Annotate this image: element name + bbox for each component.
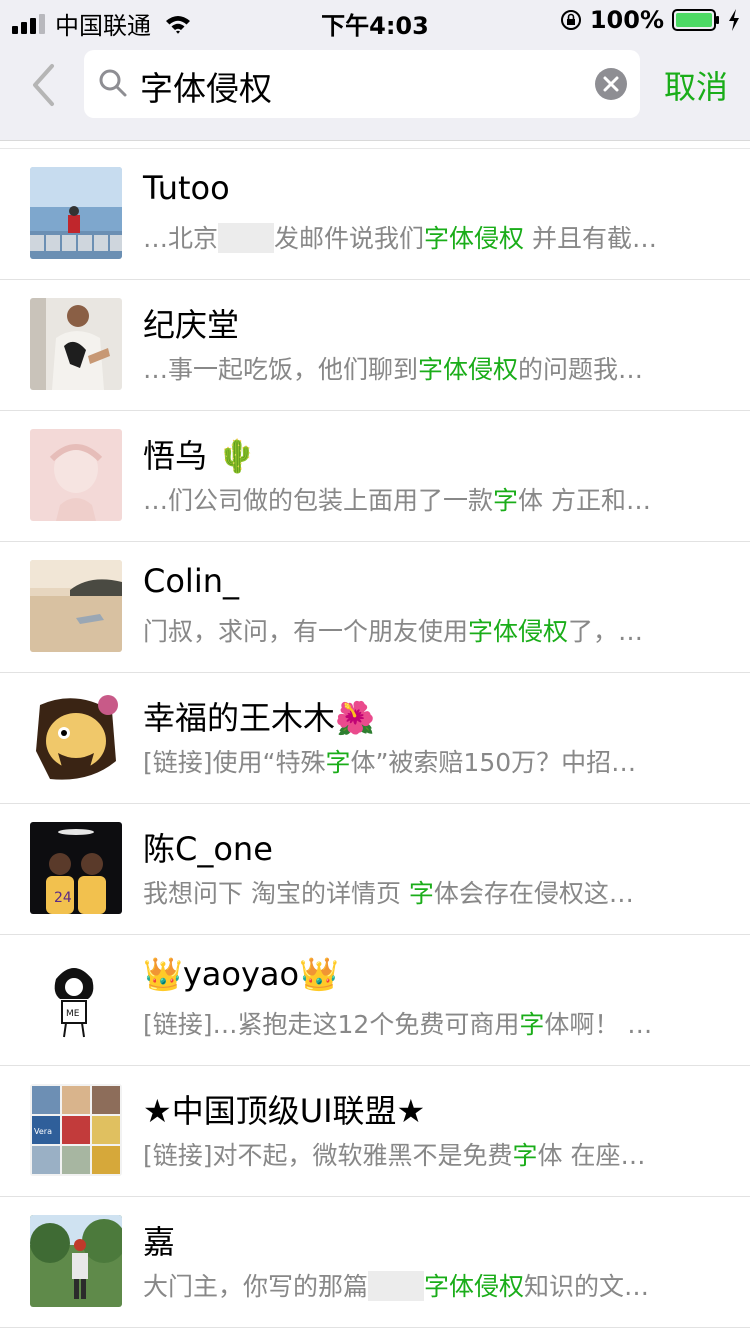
avatar [30, 167, 122, 259]
contact-name: 👑yaoyao👑 [143, 955, 339, 993]
search-icon [99, 69, 127, 97]
avatar [30, 560, 122, 652]
message-snippet: 门叔，求问，有一个朋友使用字体侵权了，… [143, 617, 644, 646]
message-snippet: [链接]…紧抱走这12个免费可商用字体啊！ … [143, 1010, 653, 1039]
back-chevron-icon[interactable] [28, 62, 58, 108]
avatar [30, 298, 122, 390]
status-right: 100% [560, 6, 740, 34]
contact-name: 陈C_one [143, 830, 273, 868]
redaction-mask [368, 1271, 425, 1301]
contact-row-ui-alliance[interactable]: Vera ★中国顶级UI联盟★ [链接]对不起，微软雅黑不是免费字体 在座… [0, 1066, 750, 1197]
avatar: 24 [30, 822, 122, 914]
message-snippet: [链接]使用“特殊字体”被索赔150万？中招… [143, 748, 637, 777]
search-results-list: Tutoo …北京 发邮件说我们字体侵权 并且有截… 纪庆堂 …事一起吃饭，他们聊… [0, 148, 750, 1328]
search-query: 字体侵权 [140, 69, 272, 108]
battery-icon [672, 9, 719, 31]
cancel-button[interactable]: 取消 [664, 62, 728, 108]
contact-name: 幸福的王木木🌺 [143, 699, 375, 737]
contact-row-yaoyao[interactable]: ME 👑yaoyao👑 [链接]…紧抱走这12个免费可商用字体啊！ … [0, 935, 750, 1066]
battery-percent: 100% [589, 6, 664, 34]
message-snippet: …们公司做的包装上面用了一款字体 方正和… [143, 486, 651, 515]
redaction-mask [218, 223, 275, 253]
contact-row-wuwu[interactable]: 悟乌 🌵 …们公司做的包装上面用了一款字体 方正和… [0, 411, 750, 542]
clear-icon[interactable] [594, 67, 628, 101]
avatar [30, 429, 122, 521]
rotation-lock-icon [560, 10, 581, 30]
contact-name: ★中国顶级UI联盟★ [143, 1092, 426, 1130]
contact-name: Tutoo [143, 169, 230, 207]
contact-name: 嘉 [143, 1223, 176, 1261]
contact-name: 悟乌 🌵 [143, 437, 258, 475]
contact-name: Colin_ [143, 562, 239, 600]
avatar: Vera [30, 1084, 122, 1176]
contact-row-jiqingtang[interactable]: 纪庆堂 …事一起吃饭，他们聊到字体侵权的问题我… [0, 280, 750, 411]
avatar-vera-text: Vera [34, 1127, 52, 1136]
status-bar: 中国联通 下午4:03 100% [0, 0, 750, 40]
avatar [30, 1215, 122, 1307]
message-snippet: …北京 发邮件说我们字体侵权 并且有截… [143, 223, 657, 253]
message-snippet: …事一起吃饭，他们聊到字体侵权的问题我… [143, 355, 644, 384]
contact-row-xingfu[interactable]: 幸福的王木木🌺 [链接]使用“特殊字体”被索赔150万？中招… [0, 673, 750, 804]
jersey-number: 24 [54, 890, 72, 906]
avatar-me-text: ME [66, 1009, 80, 1019]
contact-row-jia[interactable]: 嘉 大门主，你写的那篇 字体侵权知识的文… [0, 1197, 750, 1328]
search-nav-bar: 字体侵权 取消 [0, 40, 750, 141]
message-snippet: 我想问下 淘宝的详情页 字体会存在侵权这… [143, 879, 634, 908]
avatar [30, 691, 122, 783]
contact-row-chen-c-one[interactable]: 24 陈C_one 我想问下 淘宝的详情页 字体会存在侵权这… [0, 804, 750, 935]
message-snippet: [链接]对不起，微软雅黑不是免费字体 在座… [143, 1141, 646, 1170]
contact-name: 纪庆堂 [143, 306, 240, 344]
charging-bolt-icon [729, 9, 739, 31]
avatar: ME [30, 953, 122, 1045]
contact-row-tutoo[interactable]: Tutoo …北京 发邮件说我们字体侵权 并且有截… [0, 148, 750, 280]
message-snippet: 大门主，你写的那篇 字体侵权知识的文… [143, 1271, 650, 1301]
contact-row-colin[interactable]: Colin_ 门叔，求问，有一个朋友使用字体侵权了，… [0, 542, 750, 673]
search-input[interactable]: 字体侵权 [84, 50, 640, 118]
